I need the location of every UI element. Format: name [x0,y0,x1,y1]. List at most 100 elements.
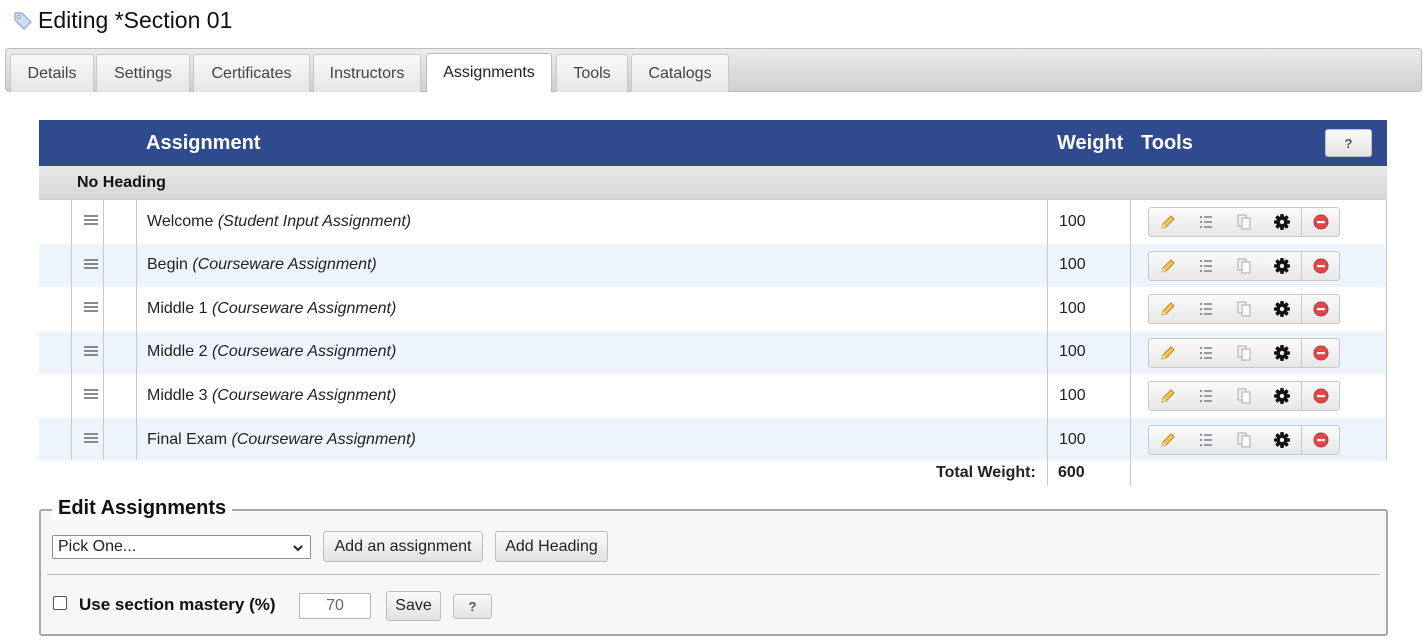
remove-icon[interactable] [1301,382,1339,411]
table-help-button[interactable]: ? [1325,129,1372,157]
column-tools: Tools [1141,131,1193,154]
column-divider [1047,200,1048,486]
column-divider [71,200,72,460]
row-tools [1148,250,1340,281]
assignment-title: Begin [147,256,188,274]
pencil-icon[interactable] [1149,252,1187,280]
list-icon[interactable] [1187,339,1225,367]
pencil-icon[interactable] [1149,426,1187,454]
table-row: Middle 1 (Courseware Assignment) 100 [39,287,1387,330]
assignment-name: Middle 2 (Courseware Assignment) [147,331,396,374]
assignment-name: Middle 3 (Courseware Assignment) [147,374,396,417]
section-mastery-label: Use section mastery (%) [79,595,276,614]
tab-bar: Details Settings Certificates Instructor… [5,48,1422,92]
assignment-weight: 100 [1059,212,1086,230]
assignment-weight: 100 [1059,256,1086,274]
copy-icon[interactable] [1225,208,1263,236]
assignment-type: (Courseware Assignment) [211,386,397,404]
gear-icon[interactable] [1263,426,1301,454]
assignment-type: (Courseware Assignment) [231,430,416,448]
row-tools [1148,337,1340,368]
copy-icon[interactable] [1225,252,1263,280]
assignment-weight: 100 [1059,299,1086,317]
gear-icon[interactable] [1263,339,1301,367]
gear-icon[interactable] [1263,295,1301,323]
drag-handle-icon[interactable] [84,258,98,269]
pencil-icon[interactable] [1149,208,1187,236]
table-row: Welcome (Student Input Assignment) 100 [39,200,1387,243]
assignment-weight: 100 [1059,386,1086,404]
list-icon[interactable] [1187,208,1225,236]
assignment-title: Welcome [147,212,214,230]
row-tools [1148,294,1340,325]
assignment-type-select-value: Pick One... [58,538,137,555]
list-icon[interactable] [1187,295,1225,323]
gear-icon[interactable] [1263,208,1301,236]
copy-icon[interactable] [1225,426,1263,454]
assignment-type: (Courseware Assignment) [211,343,397,361]
tab-instructors[interactable]: Instructors [313,54,421,92]
list-icon[interactable] [1187,382,1225,410]
remove-icon[interactable] [1301,338,1339,367]
page-title: Editing *Section 01 [38,6,233,33]
pencil-icon[interactable] [1149,295,1187,323]
assignment-title: Middle 2 [147,343,208,361]
divider [47,574,1380,575]
table-row: Middle 3 (Courseware Assignment) 100 [39,374,1387,417]
pencil-icon[interactable] [1149,339,1187,367]
tab-details[interactable]: Details [10,54,94,92]
assignment-type: (Courseware Assignment) [192,256,377,274]
assignment-type-select[interactable]: Pick One... [52,535,311,559]
assignment-title: Final Exam [147,430,228,448]
remove-icon[interactable] [1301,251,1339,280]
tab-tools[interactable]: Tools [556,54,628,92]
add-assignment-button[interactable]: Add an assignment [323,531,483,562]
row-tools [1148,381,1340,412]
drag-handle-icon[interactable] [84,302,98,313]
row-tools [1148,425,1340,455]
tab-certificates[interactable]: Certificates [193,54,310,92]
remove-icon[interactable] [1301,295,1339,324]
gear-icon[interactable] [1263,382,1301,410]
total-weight-value: 600 [1058,464,1085,481]
copy-icon[interactable] [1225,382,1263,410]
drag-handle-icon[interactable] [84,389,98,400]
assignment-weight: 100 [1059,430,1086,448]
column-divider [1386,200,1387,460]
mastery-help-button[interactable]: ? [453,594,492,619]
tab-settings[interactable]: Settings [96,54,190,92]
tab-catalogs[interactable]: Catalogs [631,54,729,92]
drag-handle-icon[interactable] [84,345,98,356]
gear-icon[interactable] [1263,252,1301,280]
row-tools [1148,207,1340,237]
column-divider [136,200,137,460]
tab-assignments[interactable]: Assignments [426,53,552,92]
drag-handle-icon[interactable] [84,215,98,225]
table-header: Assignment Weight Tools ? [39,120,1387,166]
list-icon[interactable] [1187,426,1225,454]
drag-handle-icon[interactable] [84,433,98,443]
pencil-icon[interactable] [1149,382,1187,410]
column-divider [103,200,104,460]
copy-icon[interactable] [1225,339,1263,367]
remove-icon[interactable] [1301,208,1339,236]
save-button[interactable]: Save [386,591,441,621]
list-icon[interactable] [1187,252,1225,280]
table-row: Middle 2 (Courseware Assignment) 100 [39,330,1387,374]
column-divider [1130,200,1131,486]
add-heading-button[interactable]: Add Heading [495,531,608,562]
section-mastery-checkbox[interactable] [53,596,67,610]
assignment-name: Begin (Courseware Assignment) [147,244,377,287]
mastery-percent-input[interactable]: 70 [299,593,371,619]
table-row: Begin (Courseware Assignment) 100 [39,243,1387,287]
assignment-name: Final Exam (Courseware Assignment) [147,418,416,461]
column-assignment: Assignment [146,131,261,154]
assignment-title: Middle 1 [147,299,208,317]
chevron-down-icon [292,541,304,559]
copy-icon[interactable] [1225,295,1263,323]
tag-icon [12,9,34,31]
assignment-weight: 100 [1059,343,1086,361]
edit-assignments-panel [39,509,1388,636]
edit-assignments-legend: Edit Assignments [52,497,233,520]
remove-icon[interactable] [1301,426,1339,454]
